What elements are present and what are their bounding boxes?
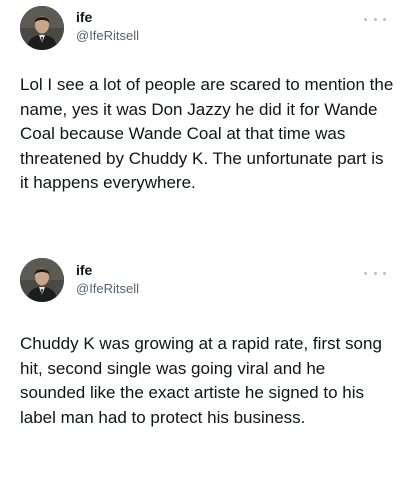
tweet[interactable]: ife @IfeRitsell Lol I see a lot of peopl…: [0, 0, 400, 250]
avatar[interactable]: [20, 258, 64, 302]
avatar-portrait-icon: [20, 6, 64, 50]
dot: [383, 271, 386, 275]
author-name[interactable]: ife: [76, 262, 92, 278]
dot: [364, 17, 367, 21]
dot: [364, 271, 367, 275]
author-name[interactable]: ife: [76, 9, 92, 25]
dot: [383, 17, 386, 21]
dot: [373, 271, 377, 275]
tweet-text: Lol I see a lot of people are scared to …: [20, 75, 394, 192]
dot: [373, 17, 377, 21]
more-horizontal-icon[interactable]: [364, 13, 386, 25]
tweet-text: Chuddy K was growing at a rapid rate, fi…: [20, 334, 382, 427]
avatar-portrait-icon: [20, 258, 64, 302]
tweet[interactable]: ife @IfeRitsell Chuddy K was growing at …: [0, 250, 400, 500]
avatar[interactable]: [20, 6, 64, 50]
author-handle[interactable]: @IfeRitsell: [76, 281, 139, 297]
more-horizontal-icon[interactable]: [364, 267, 386, 279]
author-handle[interactable]: @IfeRitsell: [76, 28, 139, 44]
